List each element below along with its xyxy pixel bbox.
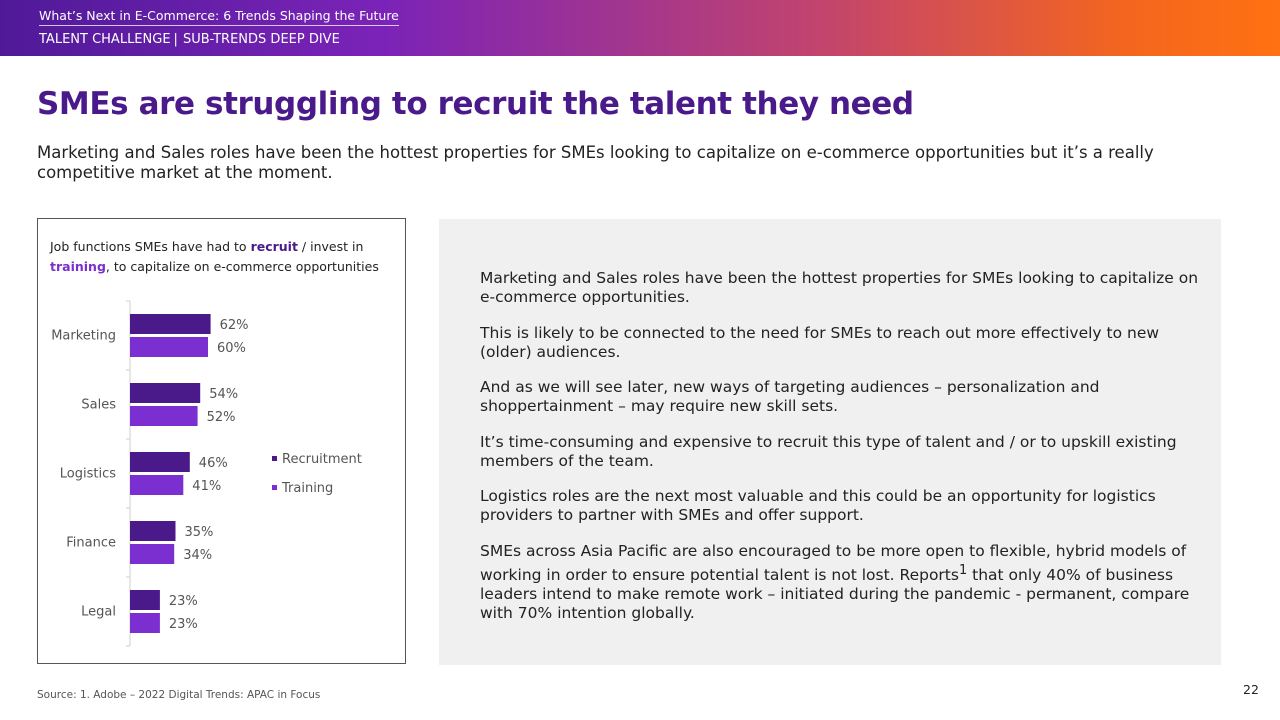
panel-paragraph: Marketing and Sales roles have been the … xyxy=(480,269,1199,306)
legend-label: Training xyxy=(281,481,333,496)
page-title: SMEs are struggling to recruit the talen… xyxy=(37,86,914,122)
bar-chart: Marketing 62% 60% Sales 54% 52% Logistics 46% 41… xyxy=(51,300,362,647)
subsection-label: SUB-TRENDS DEEP DIVE xyxy=(182,32,340,47)
bar-recruitment xyxy=(130,383,201,403)
data-label: 52% xyxy=(207,410,236,425)
bar-training xyxy=(130,544,175,564)
source-note: Source: 1. Adobe – 2022 Digital Trends: … xyxy=(37,689,321,701)
bar-training xyxy=(130,613,160,633)
data-label: 54% xyxy=(209,387,238,402)
category-label: Sales xyxy=(81,398,116,413)
page-subtitle: Marketing and Sales roles have been the … xyxy=(37,143,1154,182)
header-banner: What’s Next in E-Commerce: 6 Trends Shap… xyxy=(0,0,1280,56)
category-label: Marketing xyxy=(51,329,116,344)
section-label: TALENT CHALLENGE xyxy=(39,32,171,47)
data-label: 60% xyxy=(217,341,246,356)
bar-recruitment xyxy=(130,452,190,472)
panel-paragraph: It’s time-consuming and expensive to rec… xyxy=(480,433,1177,470)
panel-paragraph: And as we will see later, new ways of ta… xyxy=(480,378,1100,415)
data-label: 23% xyxy=(169,617,198,632)
deck-title: What’s Next in E-Commerce: 6 Trends Shap… xyxy=(39,8,399,26)
data-label: 23% xyxy=(169,594,198,609)
data-label: 34% xyxy=(183,548,212,563)
data-label: 35% xyxy=(185,525,214,540)
bar-training xyxy=(130,337,208,357)
bar-recruitment xyxy=(130,314,211,334)
panel-paragraph: This is likely to be connected to the ne… xyxy=(480,324,1160,361)
category-label: Finance xyxy=(66,536,116,551)
data-label: 46% xyxy=(199,456,228,471)
category-label: Legal xyxy=(81,605,116,620)
bar-training xyxy=(130,475,184,495)
footnote-marker: 1 xyxy=(958,563,968,578)
page-number: 22 xyxy=(1243,682,1259,697)
panel-paragraph: Logistics roles are the next most valuab… xyxy=(480,487,1156,524)
bar-recruitment xyxy=(130,590,160,610)
legend-label: Recruitment xyxy=(282,452,362,467)
commentary-panel: Marketing and Sales roles have been the … xyxy=(439,219,1221,665)
breadcrumb-separator: | xyxy=(173,32,178,47)
legend-swatch xyxy=(272,485,277,490)
bar-recruitment xyxy=(130,521,176,541)
data-label: 41% xyxy=(192,479,221,494)
panel-paragraph-remote-work: SMEs across Asia Pacific are also encour… xyxy=(480,542,1200,623)
data-label: 62% xyxy=(220,318,249,333)
category-label: Logistics xyxy=(60,467,116,482)
legend-swatch xyxy=(272,456,277,461)
bar-training xyxy=(130,406,198,426)
section-breadcrumb: TALENT CHALLENGE | SUB-TRENDS DEEP DIVE xyxy=(39,32,340,47)
chart-container: Job functions SMEs have had to recruit /… xyxy=(37,218,406,664)
